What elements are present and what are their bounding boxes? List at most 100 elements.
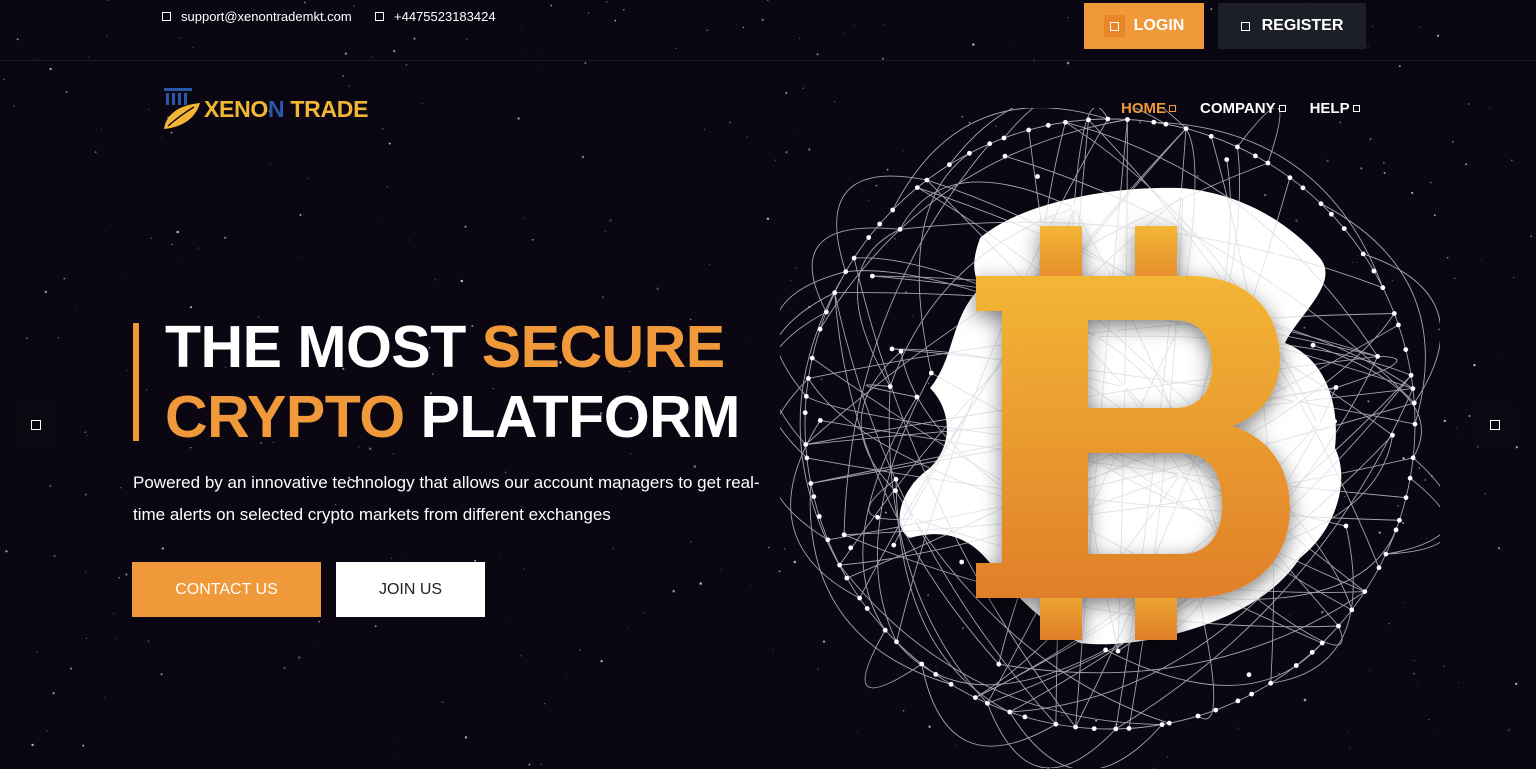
star	[768, 546, 770, 549]
nav-item-company[interactable]: COMPANY	[1200, 100, 1286, 117]
network-node	[1310, 342, 1316, 348]
network-node	[882, 627, 888, 633]
login-button[interactable]: LOGIN	[1084, 3, 1204, 49]
network-node	[806, 376, 811, 381]
phone-contact[interactable]: +4475523183424	[375, 9, 496, 24]
star	[1457, 681, 1459, 683]
star	[802, 87, 804, 89]
dropdown-icon	[1278, 105, 1286, 112]
network-node	[811, 494, 817, 499]
star	[120, 487, 122, 489]
network-node	[1026, 127, 1032, 133]
network-node	[1274, 253, 1279, 258]
network-node	[1063, 119, 1068, 125]
network-node	[1091, 726, 1097, 731]
star	[505, 622, 507, 624]
network-node	[857, 595, 862, 601]
site-logo[interactable]: XENON TRADE	[162, 86, 368, 132]
network-node	[1408, 372, 1414, 378]
network-node	[1362, 589, 1368, 594]
star	[1398, 65, 1401, 68]
network-node	[1177, 472, 1183, 477]
email-contact[interactable]: support@xenontrademkt.com	[162, 9, 352, 24]
slider-next-button[interactable]	[1474, 404, 1516, 446]
network-node	[972, 695, 978, 700]
network-node	[1180, 193, 1186, 198]
network-node	[889, 346, 895, 352]
star	[161, 547, 164, 550]
star	[36, 651, 38, 653]
star	[84, 493, 87, 496]
star	[1473, 363, 1476, 367]
nav-help-label: HELP	[1309, 100, 1350, 117]
network-node	[1208, 133, 1214, 139]
network-node	[1309, 649, 1315, 655]
network-line	[799, 271, 848, 579]
network-node	[1071, 205, 1077, 211]
network-node	[803, 442, 809, 447]
star	[499, 557, 501, 558]
network-line	[1251, 594, 1343, 646]
star	[85, 637, 88, 639]
star	[312, 642, 314, 644]
star	[84, 431, 87, 434]
star	[46, 730, 48, 732]
network-node	[1397, 517, 1402, 523]
star	[699, 582, 702, 585]
star	[87, 435, 89, 437]
network-node	[1391, 311, 1397, 316]
nav-item-help[interactable]: HELP	[1310, 100, 1360, 117]
network-node	[841, 532, 847, 538]
network-node	[1126, 250, 1132, 256]
network-node	[808, 481, 814, 486]
network-node	[866, 235, 872, 240]
network-node	[890, 207, 896, 213]
star	[464, 736, 468, 739]
star	[399, 738, 401, 739]
network-line	[892, 108, 1108, 211]
star	[1443, 419, 1446, 423]
star	[540, 763, 542, 766]
star	[85, 572, 86, 573]
network-node	[1086, 117, 1091, 123]
star	[146, 389, 148, 391]
network-node	[1383, 551, 1389, 557]
register-button[interactable]: REGISTER	[1218, 3, 1366, 49]
star	[82, 744, 85, 747]
star	[544, 703, 546, 705]
network-node	[1341, 226, 1347, 231]
network-node	[1304, 545, 1310, 551]
next-arrow-icon	[1490, 420, 1500, 430]
network-node	[987, 141, 993, 147]
star	[171, 243, 173, 246]
star	[703, 128, 706, 131]
network-node	[933, 672, 939, 677]
star	[1511, 159, 1513, 162]
network-node	[1285, 390, 1291, 395]
star	[125, 573, 128, 576]
hero-title: THE MOST SECURE CRYPTO PLATFORM	[165, 312, 740, 452]
network-node	[947, 162, 952, 168]
network-node	[1300, 185, 1306, 191]
nav-item-home[interactable]: HOME	[1121, 100, 1176, 117]
star	[1513, 276, 1515, 279]
network-node	[1333, 385, 1339, 390]
slider-prev-button[interactable]	[15, 404, 57, 446]
prev-arrow-icon	[31, 420, 41, 430]
star	[775, 159, 777, 161]
join-us-button[interactable]: JOIN US	[336, 562, 485, 617]
network-node	[1166, 720, 1172, 726]
star	[3, 78, 5, 81]
network-node	[1349, 607, 1355, 613]
star	[1501, 356, 1502, 358]
network-node	[1410, 386, 1416, 391]
star	[301, 257, 302, 259]
star	[627, 626, 629, 628]
dropdown-icon	[1352, 105, 1360, 112]
main-nav: HOME COMPANY HELP	[1121, 100, 1360, 117]
star	[1515, 446, 1518, 449]
contact-us-button[interactable]: CONTACT US	[132, 562, 321, 617]
network-node	[1315, 421, 1320, 426]
star	[746, 136, 748, 138]
star	[52, 692, 55, 695]
